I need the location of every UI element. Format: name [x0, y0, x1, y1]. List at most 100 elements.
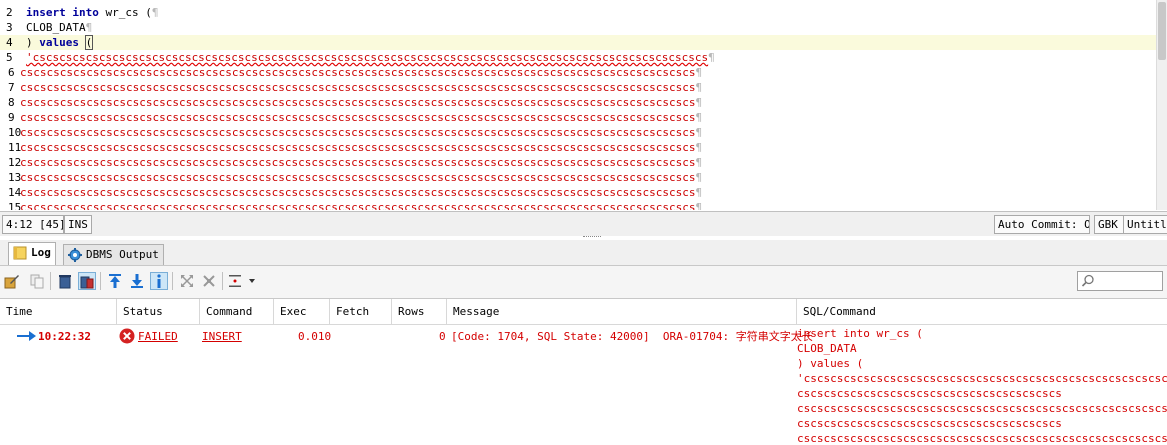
editor-line[interactable]: 2 insert into wr_cs (¶: [0, 5, 1156, 20]
clear-all-button[interactable]: [78, 272, 96, 290]
code-text: cscscscscscscscscscscscscscscscscscscscs…: [20, 110, 702, 125]
column-header-exec[interactable]: Exec: [274, 299, 330, 324]
collapse-icon: [203, 275, 215, 287]
copy-icon: [30, 274, 44, 289]
clear-button[interactable]: [56, 272, 74, 290]
editor-line[interactable]: 3 CLOB_DATA¶: [0, 20, 1156, 35]
sql-editor[interactable]: 2 insert into wr_cs (¶ 3 CLOB_DATA¶ 4) value…: [0, 0, 1167, 210]
column-header-status[interactable]: Status: [117, 299, 200, 324]
row-status-failed-link[interactable]: FAILED: [138, 329, 178, 344]
line-number: 11: [8, 141, 22, 154]
document-title: Untitled: [1123, 215, 1167, 234]
chevron-down-icon: [249, 279, 255, 283]
pilcrow-mark: ¶: [695, 186, 703, 199]
editor-line[interactable]: 10 cscscscscscscscscscscscscscscscscscscs…: [0, 125, 1156, 140]
editor-line[interactable]: 5 'cscscscscscscscscscscscscscscscscscscs…: [0, 50, 1156, 65]
scrollbar-thumb[interactable]: [1158, 2, 1166, 60]
column-header-command[interactable]: Command: [200, 299, 274, 324]
line-number: 2: [6, 6, 13, 19]
editor-line[interactable]: 8 cscscscscscscscscscscscscscscscscscscsc…: [0, 95, 1156, 110]
editor-line[interactable]: 12 cscscscscscscscscscscscscscscscscscscs…: [0, 155, 1156, 170]
text-caret: [92, 37, 94, 49]
code-text: insert into wr_cs (¶: [26, 5, 158, 20]
info-toggle-button[interactable]: [150, 272, 168, 290]
column-header-fetch[interactable]: Fetch: [330, 299, 392, 324]
toolbar-separator: [222, 272, 223, 290]
log-search-input[interactable]: [1077, 271, 1163, 291]
copy-button[interactable]: [28, 272, 46, 290]
line-number: 9: [8, 111, 15, 124]
sql-string-literal: cscscscscscscscscscscscscscscscscscscscs…: [20, 66, 696, 79]
save-log-button[interactable]: [3, 272, 21, 290]
error-icon: [119, 328, 135, 344]
editor-line[interactable]: 9 cscscscscscscscscscscscscscscscscscscsc…: [0, 110, 1156, 125]
sql-space: [79, 36, 86, 49]
code-text: cscscscscscscscscscscscscscscscscscscscs…: [20, 200, 702, 210]
line-number: 15: [8, 201, 22, 210]
editor-line[interactable]: 7 cscscscscscscscscscscscscscscscscscscsc…: [0, 80, 1156, 95]
tab-log-label: Log: [31, 246, 51, 259]
filter-button[interactable]: [226, 272, 244, 290]
line-number: 10: [8, 126, 22, 139]
tab-dbms-output-label: DBMS Output: [86, 248, 159, 261]
column-header-sql-command[interactable]: SQL/Command: [797, 299, 1167, 324]
editor-line[interactable]: 11 cscscscscscscscscscscscscscscscscscscs…: [0, 140, 1156, 155]
sql-string-literal: cscscscscscscscscscscscscscscscscscscscs…: [20, 201, 696, 210]
column-header-message[interactable]: Message: [447, 299, 797, 324]
search-icon: [1081, 274, 1094, 287]
pilcrow-mark: ¶: [695, 66, 703, 79]
line-number: 5: [6, 51, 13, 64]
row-exec-time: 0.010: [298, 330, 332, 343]
editor-line[interactable]: 13 cscscscscscscscscscscscscscscscscscscs…: [0, 170, 1156, 185]
row-command-link[interactable]: INSERT: [202, 329, 242, 344]
pilcrow-mark: ¶: [708, 51, 715, 64]
arrow-up-icon: [109, 274, 121, 288]
tab-dbms-output[interactable]: DBMS Output: [63, 244, 164, 265]
gear-icon: [68, 248, 82, 262]
output-panel: Log DBMS Output Time Status Command Exec…: [0, 240, 1167, 445]
filter-dropdown-button[interactable]: [246, 272, 258, 290]
arrow-right-icon: [17, 331, 36, 341]
row-rows-count: 0: [439, 330, 446, 343]
log-grid-header: Time Status Command Exec Fetch Rows Mess…: [0, 299, 1167, 325]
pilcrow-mark: ¶: [695, 171, 703, 184]
editor-line[interactable]: 6 cscscscscscscscscscscscscscscscscscscsc…: [0, 65, 1156, 80]
editor-vertical-scrollbar[interactable]: [1156, 0, 1167, 210]
log-grid[interactable]: Time Status Command Exec Fetch Rows Mess…: [0, 298, 1167, 445]
scroll-bottom-button[interactable]: [128, 272, 146, 290]
column-header-time[interactable]: Time: [0, 299, 117, 324]
encoding-indicator[interactable]: GBK: [1094, 215, 1124, 234]
tab-log[interactable]: Log: [8, 242, 56, 265]
code-text: cscscscscscscscscscscscscscscscscscscscs…: [20, 125, 702, 140]
sql-paren: (: [145, 6, 152, 19]
sql-line: 'cscscscscscscscscscscscscscscscscscscsc…: [797, 372, 1167, 385]
arrow-down-icon: [131, 274, 143, 288]
line-number: 3: [6, 21, 13, 34]
sql-line: cscscscscscscscscscscscscscscscscscscscs…: [797, 402, 1167, 415]
collapse-button[interactable]: [200, 272, 218, 290]
sql-line: insert into wr_cs (: [797, 327, 923, 340]
scroll-top-button[interactable]: [106, 272, 124, 290]
code-text: 'cscscscscscscscscscscscscscscscscscscsc…: [26, 50, 715, 65]
row-message: [Code: 1704, SQL State: 42000] ORA-01704…: [451, 330, 813, 343]
editor-line[interactable]: 14 cscscscscscscscscscscscscscscscscscscs…: [0, 185, 1156, 200]
expand-button[interactable]: [178, 272, 196, 290]
row-time: 10:22:32: [38, 330, 91, 343]
auto-commit-indicator[interactable]: Auto Commit: ON: [994, 215, 1090, 234]
line-number: 6: [8, 66, 15, 79]
editor-line[interactable]: 15 cscscscscscscscscscscscscscscscscscscs…: [0, 200, 1156, 210]
pilcrow-mark: ¶: [695, 156, 703, 169]
line-number: 12: [8, 156, 22, 169]
code-text: cscscscscscscscscscscscscscscscscscscscs…: [20, 140, 702, 155]
sql-line: cscscscscscscscscscscscscscscscscscscscs…: [797, 432, 1167, 445]
editor-line[interactable]: 4) values (: [0, 35, 1156, 50]
pilcrow-mark: ¶: [695, 201, 703, 210]
code-text: cscscscscscscscscscscscscscscscscscscscs…: [20, 80, 702, 95]
code-text: cscscscscscscscscscscscscscscscscscscscs…: [20, 65, 702, 80]
code-text: CLOB_DATA¶: [26, 20, 92, 35]
sql-string-literal: cscscscscscscscscscscscscscscscscscscscs…: [20, 81, 696, 94]
column-header-rows[interactable]: Rows: [392, 299, 447, 324]
expand-icon: [181, 275, 193, 287]
insert-mode-indicator[interactable]: INS: [64, 215, 92, 234]
line-number: 13: [8, 171, 22, 184]
